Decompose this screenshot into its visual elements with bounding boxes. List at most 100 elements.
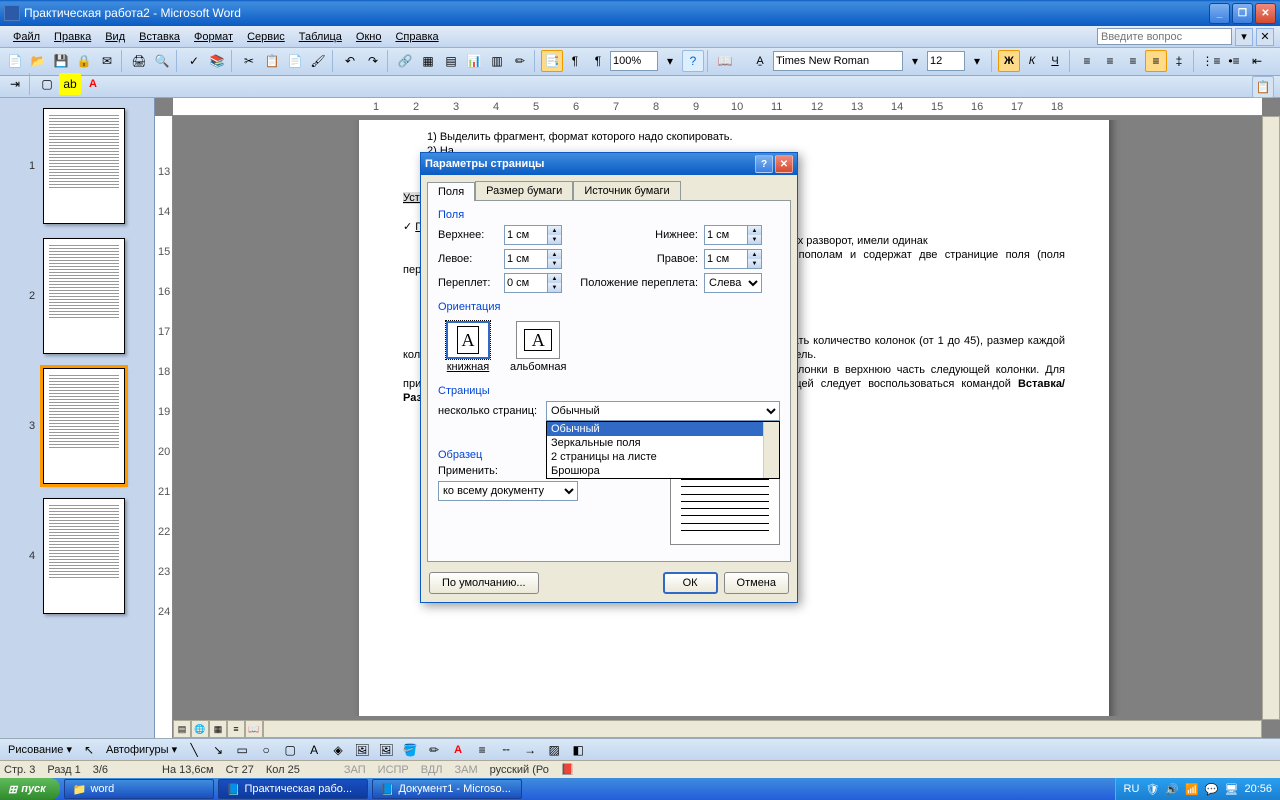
ok-button[interactable]: ОК: [663, 572, 718, 594]
line-style-icon[interactable]: ≡: [471, 739, 493, 761]
bottom-margin-input[interactable]: ▲▼: [704, 225, 762, 245]
tray-time[interactable]: 20:56: [1244, 783, 1272, 795]
status-ovr[interactable]: ЗАМ: [455, 764, 478, 776]
font-dropdown-icon[interactable]: ▾: [904, 50, 926, 72]
dash-style-icon[interactable]: ╌: [495, 739, 517, 761]
spin-down-icon[interactable]: ▼: [547, 235, 561, 244]
close-button[interactable]: ✕: [1255, 3, 1276, 24]
default-button[interactable]: По умолчанию...: [429, 572, 539, 594]
underline-icon[interactable]: Ч: [1044, 50, 1066, 72]
select-objects-icon[interactable]: ↖: [78, 739, 100, 761]
bold-icon[interactable]: Ж: [998, 50, 1020, 72]
paragraph-marks-icon[interactable]: ¶: [587, 50, 609, 72]
shadow-icon[interactable]: ▨: [543, 739, 565, 761]
picture-icon[interactable]: 🖼: [375, 739, 397, 761]
web-view-icon[interactable]: 🌐: [191, 720, 209, 738]
excel-icon[interactable]: 📊: [463, 50, 485, 72]
autoshapes-menu[interactable]: Автофигуры ▾: [102, 741, 181, 758]
spin-up-icon[interactable]: ▲: [547, 274, 561, 283]
fill-color-icon[interactable]: 🪣: [399, 739, 421, 761]
help-dropdown[interactable]: ▾: [1235, 28, 1253, 46]
thumbnail-3[interactable]: 3: [29, 368, 125, 484]
print-view-icon[interactable]: ▦: [209, 720, 227, 738]
paste-icon[interactable]: 📄: [284, 50, 306, 72]
menu-window[interactable]: Окно: [349, 29, 389, 45]
highlight-icon[interactable]: ab: [59, 73, 81, 95]
columns-icon[interactable]: ▥: [486, 50, 508, 72]
size-dropdown-icon[interactable]: ▾: [966, 50, 988, 72]
3d-icon[interactable]: ◧: [567, 739, 589, 761]
increase-indent-icon[interactable]: ⇥: [4, 73, 26, 95]
menu-insert[interactable]: Вставка: [132, 29, 187, 45]
rectangle-icon[interactable]: ▭: [231, 739, 253, 761]
dropdown-option[interactable]: Зеркальные поля: [547, 436, 779, 450]
tab-paper[interactable]: Размер бумаги: [475, 181, 573, 200]
arrow-style-icon[interactable]: →: [519, 739, 541, 761]
tab-source[interactable]: Источник бумаги: [573, 181, 680, 200]
spin-up-icon[interactable]: ▲: [547, 226, 561, 235]
dialog-titlebar[interactable]: Параметры страницы ? ✕: [421, 153, 797, 175]
tray-icon[interactable]: 🔊: [1165, 783, 1179, 796]
copy-icon[interactable]: 📋: [261, 50, 283, 72]
decrease-indent-icon[interactable]: ⇤: [1246, 50, 1268, 72]
gutter-pos-select[interactable]: Слева: [704, 273, 762, 293]
menu-tools[interactable]: Сервис: [240, 29, 292, 45]
ask-input[interactable]: [1097, 28, 1232, 45]
oval-icon[interactable]: ○: [255, 739, 277, 761]
spin-down-icon[interactable]: ▼: [747, 259, 761, 268]
dropdown-option[interactable]: 2 страницы на листе: [547, 450, 779, 464]
tray-icon[interactable]: 🖥: [1225, 783, 1239, 796]
redo-icon[interactable]: ↷: [362, 50, 384, 72]
gutter-input[interactable]: ▲▼: [504, 273, 562, 293]
spin-down-icon[interactable]: ▼: [547, 259, 561, 268]
zoom-select[interactable]: [610, 51, 658, 71]
status-rec[interactable]: ЗАП: [344, 764, 366, 776]
preview-icon[interactable]: 🔍: [151, 50, 173, 72]
tray-icon[interactable]: 💬: [1205, 783, 1219, 796]
wordart-icon[interactable]: A: [303, 739, 325, 761]
italic-icon[interactable]: К: [1021, 50, 1043, 72]
tray-icon[interactable]: 📶: [1185, 783, 1199, 796]
line-icon[interactable]: ╲: [183, 739, 205, 761]
taskbar-item-folder[interactable]: 📁word: [64, 779, 214, 799]
font-color-icon[interactable]: A: [447, 739, 469, 761]
mail-icon[interactable]: ✉: [96, 50, 118, 72]
thumbnail-1[interactable]: 1: [29, 108, 125, 224]
apply-select[interactable]: ко всему документу: [438, 481, 578, 501]
save-icon[interactable]: 💾: [50, 50, 72, 72]
align-left-icon[interactable]: ≡: [1076, 50, 1098, 72]
tables-borders-icon[interactable]: ▦: [417, 50, 439, 72]
line-spacing-icon[interactable]: ‡: [1168, 50, 1190, 72]
tab-margins[interactable]: Поля: [427, 182, 475, 201]
drawing-menu[interactable]: Рисование ▾: [4, 741, 76, 758]
insert-table-icon[interactable]: ▤: [440, 50, 462, 72]
permission-icon[interactable]: 🔒: [73, 50, 95, 72]
horizontal-scrollbar[interactable]: [263, 720, 1262, 738]
textbox-icon[interactable]: ▢: [279, 739, 301, 761]
clipart-icon[interactable]: 🖼: [351, 739, 373, 761]
portrait-option[interactable]: Aкнижная: [446, 321, 490, 373]
style-dropdown-icon[interactable]: A̠: [748, 50, 772, 72]
print-icon[interactable]: 🖨: [128, 50, 150, 72]
taskbar-item-word1[interactable]: 📘Практическая рабо...: [218, 779, 368, 799]
thumbnail-2[interactable]: 2: [29, 238, 125, 354]
font-color-icon[interactable]: A: [82, 73, 104, 95]
hyperlink-icon[interactable]: 🔗: [394, 50, 416, 72]
outline-view-icon[interactable]: ≡: [227, 720, 245, 738]
menu-help[interactable]: Справка: [388, 29, 445, 45]
zoom-dropdown-icon[interactable]: ▾: [659, 50, 681, 72]
menu-edit[interactable]: Правка: [47, 29, 98, 45]
spin-up-icon[interactable]: ▲: [747, 226, 761, 235]
drawing-icon[interactable]: ✏: [509, 50, 531, 72]
undo-icon[interactable]: ↶: [339, 50, 361, 72]
spin-down-icon[interactable]: ▼: [547, 283, 561, 292]
cut-icon[interactable]: ✂: [238, 50, 260, 72]
arrow-icon[interactable]: ↘: [207, 739, 229, 761]
open-icon[interactable]: 📂: [27, 50, 49, 72]
tray-lang[interactable]: RU: [1124, 783, 1140, 795]
dropdown-scrollbar[interactable]: [763, 422, 779, 478]
spelling-icon[interactable]: ✓: [183, 50, 205, 72]
document-map-icon[interactable]: 📑: [541, 50, 563, 72]
status-book-icon[interactable]: 📕: [561, 763, 575, 776]
font-select[interactable]: [773, 51, 903, 71]
